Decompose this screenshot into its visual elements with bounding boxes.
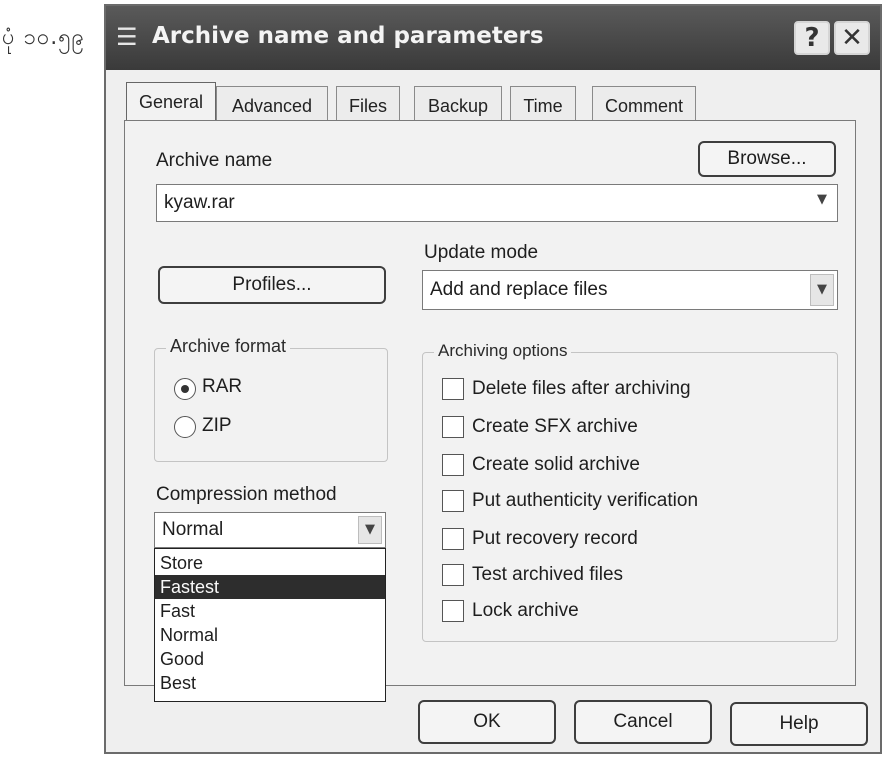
title-bar: ☰ Archive name and parameters ? ✕ (106, 6, 880, 70)
help-button[interactable]: Help (730, 702, 868, 746)
authenticity-checkbox[interactable] (442, 490, 464, 512)
archive-name-value: kyaw.rar (164, 192, 235, 213)
figure-caption: ပုံ ၁၀.၅၉ (2, 25, 86, 50)
recovery-record-checkbox[interactable] (442, 528, 464, 550)
delete-files-checkbox[interactable] (442, 378, 464, 400)
create-solid-checkbox[interactable] (442, 454, 464, 476)
dropdown-option-best[interactable]: Best (155, 671, 385, 695)
test-files-checkbox[interactable] (442, 564, 464, 586)
update-mode-value: Add and replace files (430, 279, 608, 300)
help-title-button[interactable]: ? (794, 21, 830, 55)
dropdown-option-good[interactable]: Good (155, 647, 385, 671)
close-icon[interactable]: ✕ (834, 21, 870, 55)
create-sfx-checkbox[interactable] (442, 416, 464, 438)
test-files-label: Test archived files (472, 564, 624, 585)
compression-method-label: Compression method (156, 484, 337, 505)
recovery-record-label: Put recovery record (472, 528, 638, 549)
archiving-options-title: Archiving options (434, 341, 572, 361)
cancel-button[interactable]: Cancel (574, 700, 712, 744)
archive-name-label: Archive name (156, 150, 273, 171)
dropdown-option-fastest[interactable]: Fastest (155, 575, 385, 599)
archive-dialog: ☰ Archive name and parameters ? ✕ Genera… (104, 4, 882, 754)
compression-method-value: Normal (162, 519, 224, 540)
update-mode-label: Update mode (424, 242, 539, 263)
lock-archive-label: Lock archive (472, 600, 579, 621)
window-title: Archive name and parameters (152, 23, 544, 49)
create-sfx-label: Create SFX archive (472, 416, 638, 437)
zip-label: ZIP (202, 415, 232, 436)
create-solid-label: Create solid archive (472, 454, 640, 475)
archive-format-title: Archive format (166, 336, 291, 357)
compression-dropdown-list: Store Fastest Fast Normal Good Best (154, 548, 386, 702)
rar-radio[interactable] (174, 378, 196, 400)
dropdown-option-fast[interactable]: Fast (155, 599, 385, 623)
chevron-down-icon[interactable]: ▼ (810, 188, 834, 218)
update-mode-combo[interactable]: Add and replace files ▼ (422, 270, 838, 310)
compression-method-combo[interactable]: Normal ▼ (154, 512, 386, 548)
archive-app-icon: ☰ (116, 23, 138, 51)
rar-label: RAR (202, 376, 243, 397)
profiles-button[interactable]: Profiles... (158, 266, 386, 304)
dropdown-option-store[interactable]: Store (155, 551, 385, 575)
dropdown-option-normal[interactable]: Normal (155, 623, 385, 647)
delete-files-label: Delete files after archiving (472, 378, 691, 399)
archive-format-group (154, 348, 388, 462)
zip-radio[interactable] (174, 416, 196, 438)
lock-archive-checkbox[interactable] (442, 600, 464, 622)
chevron-down-icon[interactable]: ▼ (358, 516, 382, 544)
authenticity-label: Put authenticity verification (472, 490, 699, 511)
ok-button[interactable]: OK (418, 700, 556, 744)
archive-name-combo[interactable]: kyaw.rar ▼ (156, 184, 838, 222)
browse-button[interactable]: Browse... (698, 141, 836, 177)
chevron-down-icon[interactable]: ▼ (810, 274, 834, 306)
